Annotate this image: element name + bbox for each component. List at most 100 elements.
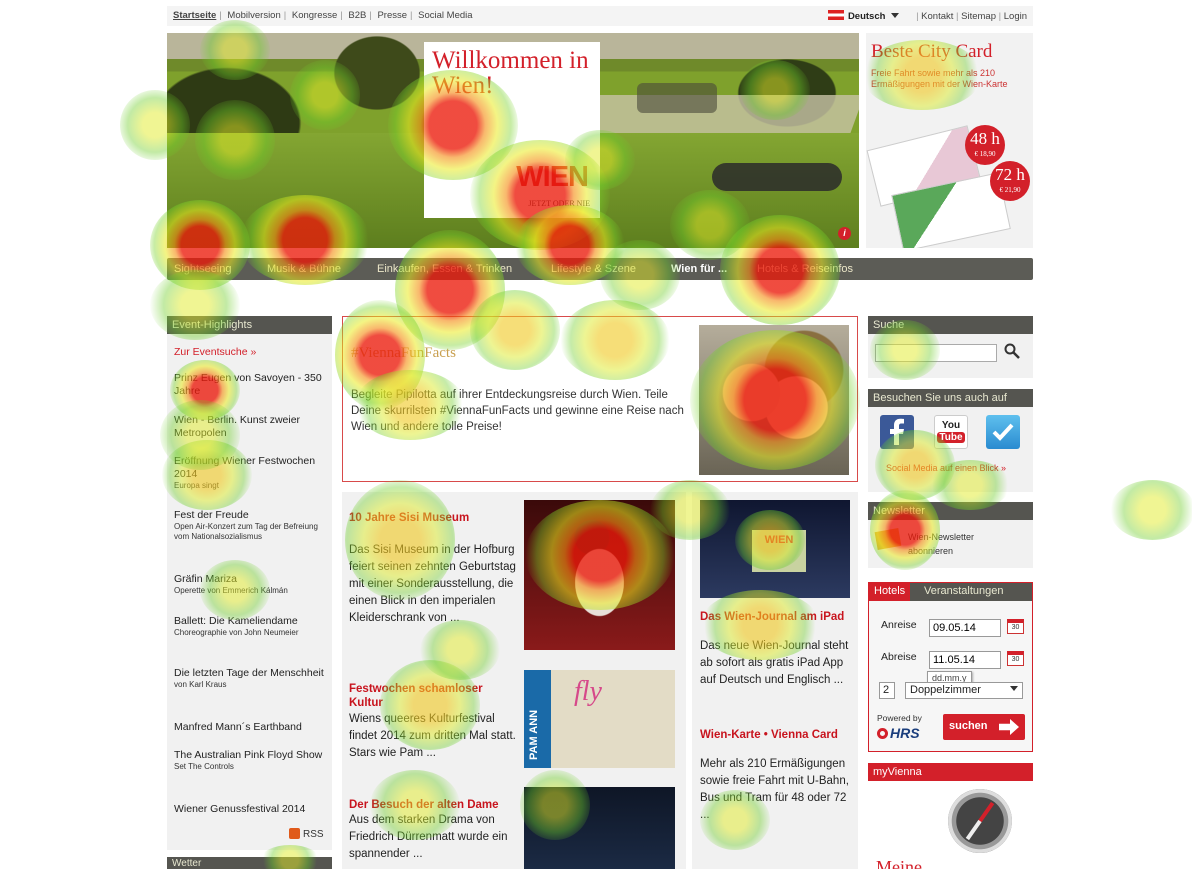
pam-ann-label: PAM ANN [528,709,540,760]
newsletter-heading: Newsletter [868,502,1033,520]
main-nav: Sightseeing Musik & Bühne Einkaufen, Ess… [167,258,1033,280]
sisi-museum-image[interactable] [524,500,675,650]
youtube-icon[interactable]: You Tube [934,415,968,449]
heat-spot [1110,480,1192,540]
search-icon[interactable] [1004,343,1020,359]
arrival-label: Anreise [881,619,917,631]
compass-icon [948,789,1012,853]
top-bar: Startseite | Mobilversion | Kongresse | B2B… [167,6,1033,26]
top-link-kontakt[interactable]: Kontakt [921,11,953,22]
event-item[interactable]: Eröffnung Wiener Festwochen 2014 Europa s… [174,455,324,491]
language-select[interactable]: Deutsch [848,11,885,22]
hotel-search-button[interactable]: suchen [943,714,1025,740]
myvienna-heading: myVienna [868,763,1033,781]
nav-item-einkaufen[interactable]: Einkaufen, Essen & Trinken [377,263,512,275]
search-heading: Suche [868,316,1033,334]
arrival-date-input[interactable] [929,619,1001,637]
newsletter-panel: Wien-Newsletter abonnieren [868,520,1033,568]
wien-logo: WIEN [516,161,589,193]
newsletter-link[interactable]: Wien-Newsletter abonnieren [908,530,1008,558]
welcome-box: Willkommen in Wien! WIEN JETZT ODER NIE [424,42,600,218]
article-body-journal: Das neue Wien-Journal steht ab sofort al… [700,640,849,686]
event-item[interactable]: Wiener Genussfestival 2014 [174,803,324,816]
event-item[interactable]: Gräfin Mariza Operette von Emmerich Kálmá… [174,573,324,596]
top-link-login[interactable]: Login [1004,11,1027,22]
foursquare-check-icon[interactable] [986,415,1020,449]
nav-item-sightseeing[interactable]: Sightseeing [174,263,232,275]
top-link-kongresse[interactable]: Kongresse [292,10,337,21]
top-link-sitemap[interactable]: Sitemap [961,11,996,22]
event-item[interactable]: Manfred Mann´s Earthband [174,721,324,734]
badge-48h: 48 h € 18,90 [965,125,1005,165]
hero-banner[interactable]: Willkommen in Wien! WIEN JETZT ODER NIE … [167,33,859,248]
wien-logo-sub: JETZT ODER NIE [528,199,590,208]
search-input[interactable] [875,344,997,362]
event-item[interactable]: Prinz Eugen von Savoyen - 350 Jahre [174,372,324,398]
top-links: Startseite | Mobilversion | Kongresse | B2B… [173,10,473,21]
top-link-b2b[interactable]: B2B [348,10,366,21]
welcome-title: Willkommen in Wien! [432,47,589,99]
hotel-tabs: Hotels Veranstaltungen [869,583,1032,601]
tab-hotels[interactable]: Hotels [869,583,911,601]
event-item[interactable]: Fest der Freude Open Air-Konzert zum Tag … [174,509,324,542]
social-overview-link[interactable]: Social Media auf einen Blick » [886,463,1006,473]
event-item[interactable]: Ballett: Die Kameliendame Choreographie v… [174,615,324,638]
myvienna-title: Meine [876,857,922,869]
top-link-social-media[interactable]: Social Media [418,10,472,21]
rss-link[interactable]: RSS [289,828,324,840]
city-card-title: Beste City Card [871,41,993,62]
page: Startseite | Mobilversion | Kongresse | B2B… [0,0,1192,869]
articles-column: 10 Jahre Sisi Museum Das Sisi Museum in … [342,492,858,869]
city-card-teaser[interactable]: Beste City Card Freie Fahrt sowie mehr a… [866,33,1033,248]
nav-item-hotels[interactable]: Hotels & Reiseinfos [757,263,853,275]
rooms-count-input[interactable]: 2 [879,682,895,699]
city-card-desc: Freie Fahrt sowie mehr als 210 Ermäßigun… [871,68,1008,89]
nav-item-wien-fuer[interactable]: Wien für ... [671,263,727,275]
article-body-vienna-card: Mehr als 210 Ermäßigungen sowie freie Fa… [700,758,849,821]
events-panel: Zur Eventsuche » Prinz Eugen von Savoyen… [167,334,332,850]
top-link-startseite[interactable]: Startseite [173,10,216,21]
article-title-vienna-card[interactable]: Wien-Karte • Vienna Card [700,728,850,742]
event-item[interactable]: Die letzten Tage der Menschheit von Karl … [174,667,324,690]
departure-date-input[interactable] [929,651,1001,669]
hrs-logo-icon [877,728,888,739]
hotel-booking-widget: Hotels Veranstaltungen Anreise 30 Abreis… [868,582,1033,752]
event-item[interactable]: Wien - Berlin. Kunst zweier Metropolen [174,414,324,440]
tab-veranstaltungen[interactable]: Veranstaltungen [919,583,1009,601]
social-heading: Besuchen Sie uns auch auf [868,389,1033,407]
room-type-select[interactable]: Doppelzimmer [905,682,1023,699]
theater-image[interactable] [524,787,675,869]
fly-label: fly [574,676,602,707]
social-panel: You Tube Social Media auf einen Blick » [868,407,1033,492]
facebook-icon[interactable] [880,415,914,449]
nav-item-lifestyle[interactable]: Lifestyle & Szene [551,263,636,275]
nav-item-musik[interactable]: Musik & Bühne [267,263,341,275]
search-panel [868,334,1033,378]
myvienna-panel[interactable]: Meine [868,781,1033,869]
top-link-mobilversion[interactable]: Mobilversion [227,10,280,21]
fun-facts-tag: #ViennaFunFacts [351,345,456,361]
calendar-icon[interactable]: 30 [1007,619,1024,634]
events-heading: Event-Highlights [167,316,332,334]
article-title-besuch[interactable]: Der Besuch der alten Dame [349,798,524,812]
hrs-logo: HRS [877,725,920,741]
pam-ann-image[interactable]: PAM ANN fly [524,670,675,768]
article-title-journal[interactable]: Das Wien-Journal am iPad [700,610,850,624]
article-title-sisi[interactable]: 10 Jahre Sisi Museum [349,511,519,525]
powered-by-label: Powered by [877,713,922,723]
event-search-link[interactable]: Zur Eventsuche » [174,346,324,359]
calendar-icon[interactable]: 30 [1007,651,1024,666]
info-icon[interactable]: i [838,227,851,240]
austria-flag-icon [827,10,844,20]
wien-journal-image[interactable]: WIEN [700,500,850,598]
event-item[interactable]: The Australian Pink Floyd Show Set The Co… [174,749,324,772]
article-title-festwochen[interactable]: Festwochen schamloser Kultur [349,682,519,710]
chevron-down-icon[interactable] [891,13,900,18]
fun-facts-teaser[interactable]: #ViennaFunFacts Begleite Pipilotta auf i… [342,316,858,482]
journal-cover: WIEN [752,530,806,572]
article-body-festwochen: Wiens queeres Kulturfestival findet 2014… [349,713,516,759]
fun-facts-text: Begleite Pipilotta auf ihrer Entdeckungs… [351,389,684,433]
top-link-presse[interactable]: Presse [377,10,407,21]
hero-bench [637,83,717,113]
article-body-sisi: Das Sisi Museum in der Hofburg feiert se… [349,544,516,624]
